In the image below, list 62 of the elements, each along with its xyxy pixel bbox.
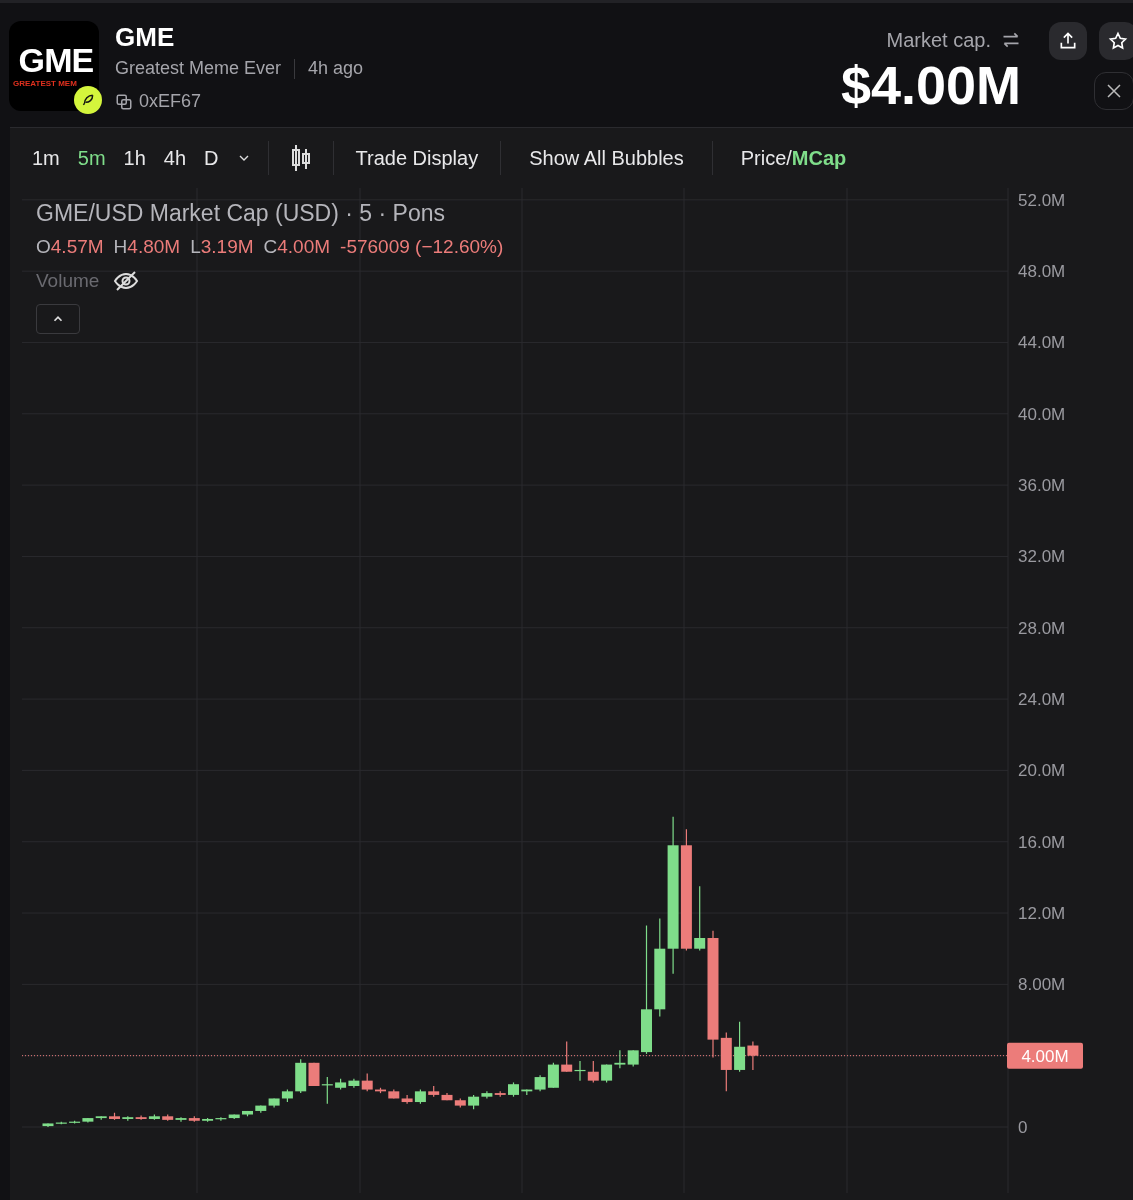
market-cap-value: $4.00M: [840, 55, 1021, 115]
star-button[interactable]: [1099, 22, 1133, 60]
axis-label: 36.0M: [1018, 476, 1066, 496]
candlestick: [454, 1097, 466, 1108]
candlestick: [281, 1088, 293, 1103]
show-all-bubbles-button[interactable]: Show All Bubbles: [501, 143, 712, 173]
token-symbol: GME: [115, 21, 176, 53]
candlestick: [109, 1112, 120, 1121]
candlestick: [388, 1088, 400, 1100]
axis-label: 28.0M: [1018, 618, 1066, 638]
candlestick: [508, 1081, 519, 1098]
candlestick: [242, 1110, 253, 1117]
axis-label: 20.0M: [1018, 761, 1066, 781]
feather-badge-icon: [74, 86, 102, 114]
candlestick: [375, 1087, 386, 1094]
volume-label: Volume: [36, 269, 100, 293]
candlestick: [614, 1049, 626, 1069]
axis-label: 40.0M: [1018, 404, 1066, 424]
axis-label: 24.0M: [1018, 690, 1066, 710]
ohlc-value: H4.80M: [113, 234, 181, 259]
x-icon: [1105, 82, 1123, 100]
axis-label: 52.0M: [1018, 190, 1066, 210]
axis-label: 44.0M: [1018, 333, 1066, 353]
candlestick: [255, 1105, 267, 1114]
share-button[interactable]: [1049, 22, 1087, 60]
axis-label: 8.00M: [1018, 975, 1066, 995]
market-cap-label: Market cap.: [886, 28, 991, 53]
price-tag: 4.00M: [1007, 1042, 1083, 1069]
candlestick: [162, 1113, 174, 1122]
logo-title: GME: [18, 43, 94, 77]
ohlc-value: L3.19M: [190, 234, 254, 259]
swap-icon[interactable]: [1001, 30, 1021, 50]
interval-tab[interactable]: D: [195, 143, 228, 173]
ohlc-value: O4.57M: [36, 234, 104, 259]
axis-label: 12.0M: [1018, 904, 1066, 924]
price-mcap-toggle[interactable]: Price/MCap: [712, 143, 875, 173]
interval-tab[interactable]: 4h: [154, 143, 196, 173]
star-icon: [1108, 31, 1128, 51]
token-age: 4h ago: [308, 57, 364, 80]
logo-subtitle: GREATEST MEM: [13, 80, 77, 88]
candlestick: [268, 1097, 280, 1108]
trade-display-button[interactable]: Trade Display: [333, 143, 501, 173]
candlestick: [321, 1076, 333, 1105]
token-name: Greatest Meme Ever: [115, 57, 282, 80]
candlestick: [601, 1064, 613, 1083]
axis-label: 0: [1018, 1118, 1028, 1137]
interval-tab[interactable]: 1m: [23, 143, 69, 173]
share-icon: [1058, 31, 1078, 51]
candlestick: [587, 1060, 599, 1083]
interval-tab[interactable]: 1h: [114, 143, 155, 173]
ohlc-value: C4.00M: [263, 234, 331, 259]
axis-label: 16.0M: [1018, 832, 1066, 852]
axis-label: 32.0M: [1018, 547, 1066, 567]
token-address: 0xEF67: [139, 90, 202, 113]
price-change: -576009 (−12.60%): [340, 234, 504, 259]
eye-off-icon[interactable]: [113, 270, 140, 293]
candlestick: [335, 1078, 347, 1091]
copy-icon[interactable]: [115, 92, 133, 111]
chart-title: GME/USD Market Cap (USD) · 5 · Pons: [36, 199, 446, 228]
axis-label: 48.0M: [1018, 262, 1066, 282]
interval-tab[interactable]: 5m: [68, 143, 115, 173]
candlestick: [627, 1049, 639, 1067]
